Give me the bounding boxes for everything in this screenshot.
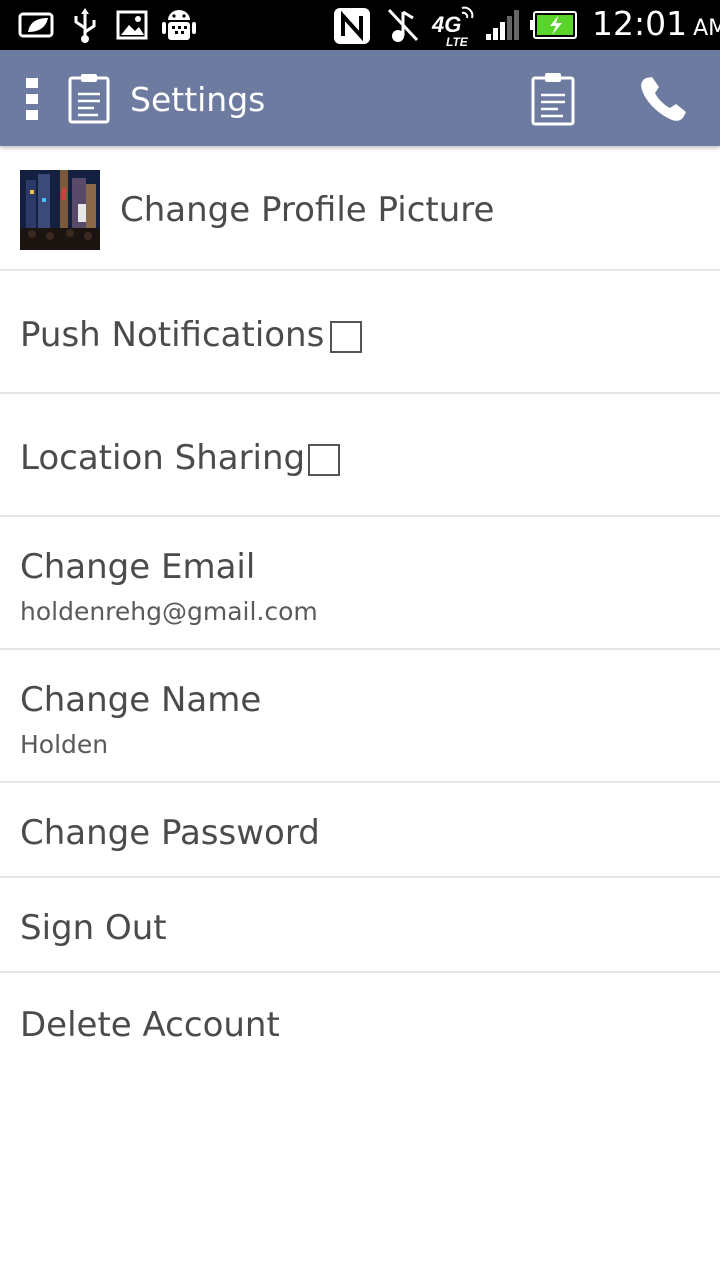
image-icon [116,10,148,40]
nfc-icon [334,8,370,44]
call-button[interactable] [636,74,692,124]
sign-out-item[interactable]: Sign Out [0,878,720,973]
change-password-item[interactable]: Change Password [0,783,720,878]
change-profile-picture-label: Change Profile Picture [120,190,495,230]
status-leaf-icon [18,12,54,38]
change-email-label: Change Email [20,547,256,587]
email-value: holdenrehg@gmail.com [20,597,318,626]
status-bar: 4G LTE 12:01 AM [0,0,720,50]
phone-icon [641,77,686,121]
location-sharing-label: Location Sharing [20,438,306,478]
action-bar: Settings [0,50,720,146]
battery-charging-icon [530,11,577,39]
change-name-label: Change Name [20,680,262,720]
name-value: Holden [20,730,109,759]
svg-text:LTE: LTE [446,35,469,48]
location-sharing-checkbox[interactable] [308,444,340,476]
settings-list: Change Profile Picture Push Notification… [0,146,720,1068]
change-password-label: Change Password [20,813,320,853]
4g-lte-icon: 4G LTE [431,6,474,48]
overflow-menu-icon[interactable] [26,78,38,120]
mute-icon [387,8,419,42]
delete-account-item[interactable]: Delete Account [0,973,720,1068]
push-notifications-item[interactable]: Push Notifications [0,271,720,394]
clipboard-button[interactable] [530,70,576,126]
sign-out-label: Sign Out [20,908,167,948]
location-sharing-item[interactable]: Location Sharing [0,394,720,517]
change-email-item[interactable]: Change Email holdenrehg@gmail.com [0,517,720,650]
delete-account-label: Delete Account [20,1005,280,1045]
signal-icon [486,10,519,40]
push-notifications-checkbox[interactable] [330,321,362,353]
change-name-item[interactable]: Change Name Holden [0,650,720,783]
android-debug-icon [162,10,196,40]
svg-text:4G: 4G [431,12,461,37]
push-notifications-label: Push Notifications [20,315,325,355]
page-title: Settings [130,80,266,119]
clipboard-icon [531,73,575,126]
status-clock: 12:01 AM [592,4,720,43]
clipboard-icon [68,74,110,124]
profile-thumbnail [20,170,100,250]
usb-icon [74,8,96,43]
change-profile-picture-item[interactable]: Change Profile Picture [0,146,720,271]
